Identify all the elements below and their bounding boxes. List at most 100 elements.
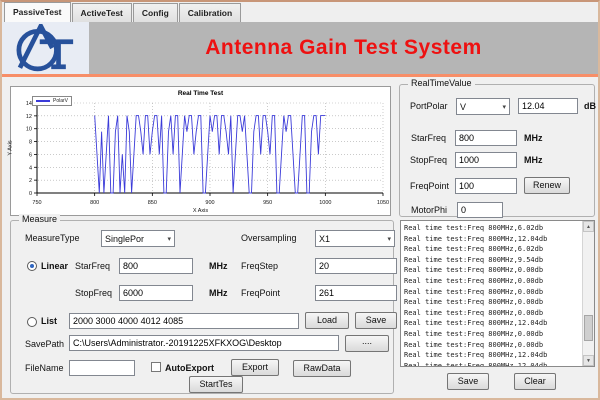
accent-bar — [2, 74, 598, 77]
app-logo — [2, 22, 89, 74]
autoexport-label: AutoExport — [165, 363, 214, 373]
measuretype-label: MeasureType — [25, 233, 80, 243]
log-line: Real time test:Freq 800MHz,0.00db — [404, 329, 580, 340]
svg-text:850: 850 — [148, 200, 157, 206]
log-line: Real time test:Freq 800MHz,6.02db — [404, 223, 580, 234]
measure-freqpoint-label: FreqPoint — [241, 288, 280, 298]
linear-label: Linear — [41, 261, 68, 271]
svg-text:0: 0 — [29, 191, 32, 197]
svg-text:10: 10 — [26, 127, 32, 133]
gain-field[interactable] — [518, 98, 578, 114]
savepath-field[interactable] — [69, 335, 339, 351]
log-save-button[interactable]: Save — [447, 373, 489, 390]
log-clear-button[interactable]: Clear — [514, 373, 556, 390]
rtv-starfreq-label: StarFreq — [411, 133, 446, 143]
log-line: Real time test:Freq 800MHz,9.54db — [404, 255, 580, 266]
oversampling-label: Oversampling — [241, 233, 297, 243]
gain-unit-label: dB — [584, 101, 596, 111]
log-output[interactable]: Real time test:Freq 800MHz,6.02dbReal ti… — [404, 223, 580, 366]
log-scrollbar[interactable]: ▲ ▼ — [582, 221, 594, 366]
autoexport-checkbox[interactable] — [151, 362, 161, 372]
filename-field[interactable] — [69, 360, 135, 376]
chevron-down-icon: ▾ — [384, 235, 394, 243]
log-line: Real time test:Freq 800MHz,0.00db — [404, 287, 580, 298]
list-freq-field[interactable] — [69, 313, 299, 329]
log-line: Real time test:Freq 800MHz,12.04db — [404, 234, 580, 245]
log-line: Real time test:Freq 800MHz,12.04db — [404, 361, 580, 366]
tab-passivetest[interactable]: PassiveTest — [4, 2, 71, 22]
rtv-starfreq-field[interactable] — [455, 130, 517, 146]
motorphi-field[interactable] — [457, 202, 503, 218]
list-label: List — [41, 316, 57, 326]
svg-text:800: 800 — [90, 200, 99, 206]
export-button[interactable]: Export — [231, 359, 279, 376]
rtv-stopfreq-field[interactable] — [455, 152, 517, 168]
measure-starfreq-unit: MHz — [209, 261, 228, 271]
log-panel: Real time test:Freq 800MHz,6.02dbReal ti… — [400, 220, 595, 367]
oversampling-value: X1 — [319, 234, 330, 244]
realtimevalue-group-label: RealTimeValue — [408, 78, 475, 88]
scrollbar-thumb[interactable] — [584, 315, 593, 341]
log-line: Real time test:Freq 800MHz,12.04db — [404, 318, 580, 329]
tab-config[interactable]: Config — [133, 3, 178, 22]
freqstep-field[interactable] — [315, 258, 397, 274]
portpolar-select[interactable]: V ▾ — [456, 98, 510, 115]
chevron-down-icon: ▾ — [164, 235, 174, 243]
starttest-button[interactable]: StartTes — [189, 376, 243, 393]
renew-button[interactable]: Renew — [524, 177, 570, 194]
chart-y-axis-label: Y Axis — [8, 140, 14, 155]
rtv-freqpoint-field[interactable] — [455, 178, 517, 194]
log-line: Real time test:Freq 800MHz,0.00db — [404, 276, 580, 287]
tab-activetest[interactable]: ActiveTest — [72, 3, 132, 22]
measure-stopfreq-unit: MHz — [209, 288, 228, 298]
svg-text:2: 2 — [29, 178, 32, 184]
measure-starfreq-label: StarFreq — [75, 261, 110, 271]
svg-text:950: 950 — [263, 200, 272, 206]
log-line: Real time test:Freq 800MHz,0.00db — [404, 265, 580, 276]
list-save-button[interactable]: Save — [355, 312, 397, 329]
rawdata-button[interactable]: RawData — [293, 360, 351, 377]
measuretype-select[interactable]: SinglePor ▾ — [101, 230, 175, 247]
legend-line-swatch — [36, 100, 50, 102]
oversampling-select[interactable]: X1 ▾ — [315, 230, 395, 247]
list-radio[interactable] — [27, 317, 37, 327]
svg-text:1050: 1050 — [377, 200, 389, 206]
svg-text:750: 750 — [32, 200, 41, 206]
title-banner: Antenna Gain Test System — [89, 22, 598, 74]
tab-calibration[interactable]: Calibration — [179, 3, 241, 22]
svg-text:4: 4 — [29, 165, 32, 171]
scroll-up-icon[interactable]: ▲ — [583, 221, 594, 232]
agt-logo-icon — [10, 24, 82, 72]
realtimevalue-group: RealTimeValue PortPolar V ▾ dB StarFreq … — [399, 84, 595, 217]
measure-group: Measure MeasureType SinglePor ▾ Oversamp… — [10, 220, 394, 394]
measure-freqpoint-field[interactable] — [315, 285, 397, 301]
chart-panel: 7508008509009501000105002468101214 Real … — [10, 86, 391, 216]
rtv-starfreq-unit: MHz — [524, 133, 543, 143]
svg-text:8: 8 — [29, 140, 32, 146]
tab-bar: PassiveTest ActiveTest Config Calibratio… — [2, 2, 598, 22]
realtime-chart: 7508008509009501000105002468101214 — [11, 87, 390, 215]
linear-radio[interactable] — [27, 261, 37, 271]
savepath-label: SavePath — [25, 339, 64, 349]
svg-text:6: 6 — [29, 152, 32, 158]
measure-starfreq-field[interactable] — [119, 258, 193, 274]
list-load-button[interactable]: Load — [305, 312, 349, 329]
svg-text:12: 12 — [26, 114, 32, 120]
svg-text:900: 900 — [205, 200, 214, 206]
browse-button[interactable]: .... — [345, 335, 389, 352]
measuretype-value: SinglePor — [105, 234, 144, 244]
measure-stopfreq-field[interactable] — [119, 285, 193, 301]
log-line: Real time test:Freq 800MHz,0.00db — [404, 308, 580, 319]
app-title: Antenna Gain Test System — [205, 36, 482, 60]
portpolar-label: PortPolar — [410, 101, 448, 111]
app-window: PassiveTest ActiveTest Config Calibratio… — [0, 0, 600, 400]
measure-group-label: Measure — [19, 214, 60, 224]
filename-label: FileName — [25, 363, 64, 373]
log-line: Real time test:Freq 800MHz,6.02db — [404, 244, 580, 255]
rtv-stopfreq-label: StopFreq — [410, 155, 447, 165]
scroll-down-icon[interactable]: ▼ — [583, 355, 594, 366]
motorphi-label: MotorPhi — [411, 205, 447, 215]
log-line: Real time test:Freq 800MHz,0.00db — [404, 340, 580, 351]
chart-x-axis-label: X Axis — [11, 208, 390, 214]
log-line: Real time test:Freq 800MHz,0.00db — [404, 297, 580, 308]
